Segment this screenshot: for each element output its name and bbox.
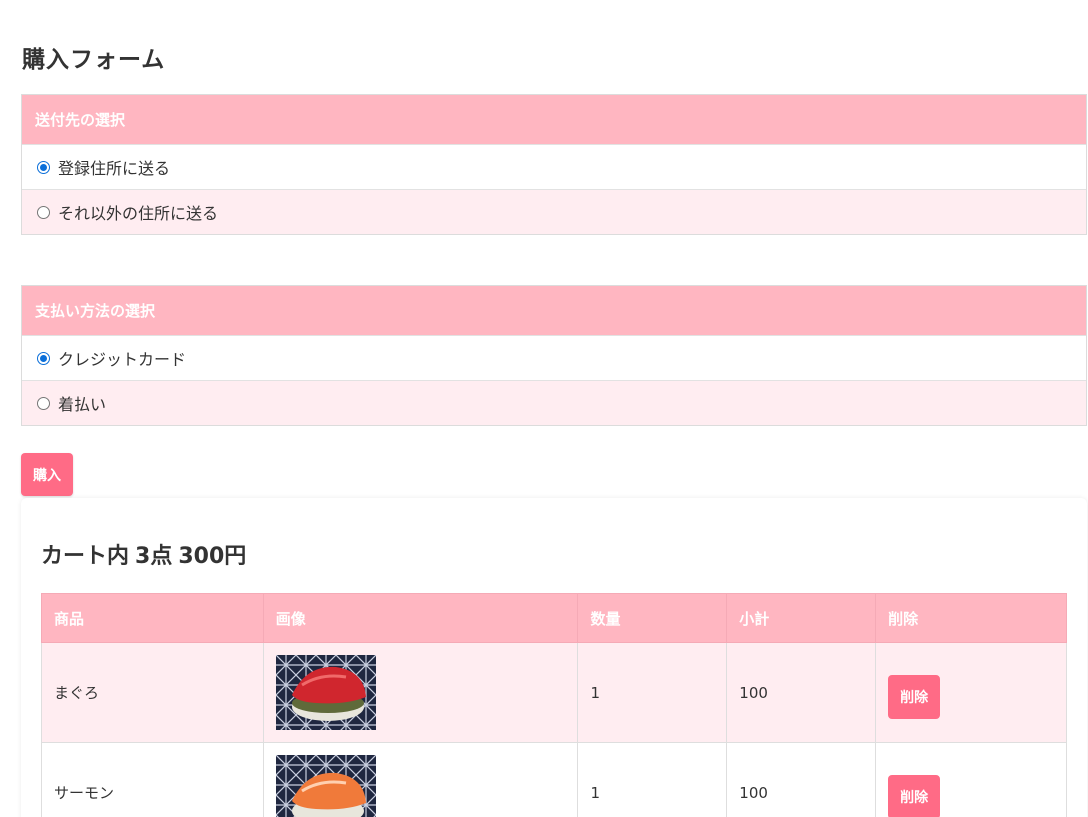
radio-button[interactable]: [37, 396, 50, 410]
purchase-page: 購入フォーム 送付先の選択 登録住所に送る それ以外の住所に送る 支払い方法の選…: [0, 0, 1088, 817]
radio-button-checked[interactable]: [37, 351, 50, 365]
salmon-sushi-image: [275, 755, 376, 817]
column-header-subtotal: 小計: [726, 593, 877, 643]
product-image-cell: [262, 642, 579, 743]
table-row: サーモン 1 100 削除: [41, 742, 1067, 817]
shipping-option-registered[interactable]: 登録住所に送る: [22, 144, 1086, 189]
cart-table: 商品 画像 数量 小計 削除 まぐろ 1 100 削除 サーモン 1 100 削…: [41, 593, 1067, 817]
page-title: 購入フォーム: [22, 47, 166, 73]
product-name: サーモン: [41, 742, 264, 817]
product-image-cell: [262, 742, 579, 817]
column-header-image: 画像: [262, 593, 579, 643]
delete-cell: 削除: [875, 742, 1067, 817]
product-quantity: 1: [577, 742, 728, 817]
option-label: クレジットカード: [58, 350, 187, 369]
delete-button[interactable]: 削除: [888, 774, 941, 817]
payment-section: 支払い方法の選択 クレジットカード 着払い: [21, 285, 1087, 426]
shipping-section: 送付先の選択 登録住所に送る それ以外の住所に送る: [21, 94, 1087, 235]
table-header-row: 商品 画像 数量 小計 削除: [41, 593, 1067, 643]
delete-button[interactable]: 削除: [888, 674, 941, 719]
option-label: 登録住所に送る: [58, 159, 171, 178]
cart-title: カート内 3点 300円: [41, 538, 252, 570]
product-name: まぐろ: [41, 642, 264, 743]
product-subtotal: 100: [726, 742, 877, 817]
option-label: 着払い: [58, 395, 107, 414]
table-row: まぐろ 1 100 削除: [41, 642, 1067, 743]
maguro-sushi-image: [275, 655, 376, 730]
payment-heading: 支払い方法の選択: [22, 286, 1086, 335]
cart-count: 3点: [135, 544, 173, 569]
product-subtotal: 100: [726, 642, 877, 743]
cart-title-prefix: カート内: [41, 544, 130, 569]
column-header-quantity: 数量: [577, 593, 728, 643]
delete-cell: 削除: [875, 642, 1067, 743]
shipping-option-other[interactable]: それ以外の住所に送る: [22, 189, 1086, 234]
buy-button[interactable]: 購入: [21, 453, 73, 496]
payment-option-credit-card[interactable]: クレジットカード: [22, 335, 1086, 380]
product-quantity: 1: [577, 642, 728, 743]
cart-panel: カート内 3点 300円 商品 画像 数量 小計 削除 まぐろ 1 100 削除…: [21, 498, 1087, 817]
cart-total: 300円: [178, 544, 247, 569]
payment-option-cash-on-delivery[interactable]: 着払い: [22, 380, 1086, 425]
column-header-delete: 削除: [875, 593, 1067, 643]
shipping-heading: 送付先の選択: [22, 95, 1086, 144]
option-label: それ以外の住所に送る: [58, 204, 219, 223]
column-header-product: 商品: [41, 593, 264, 643]
radio-button-checked[interactable]: [37, 160, 50, 174]
radio-button[interactable]: [37, 205, 50, 219]
